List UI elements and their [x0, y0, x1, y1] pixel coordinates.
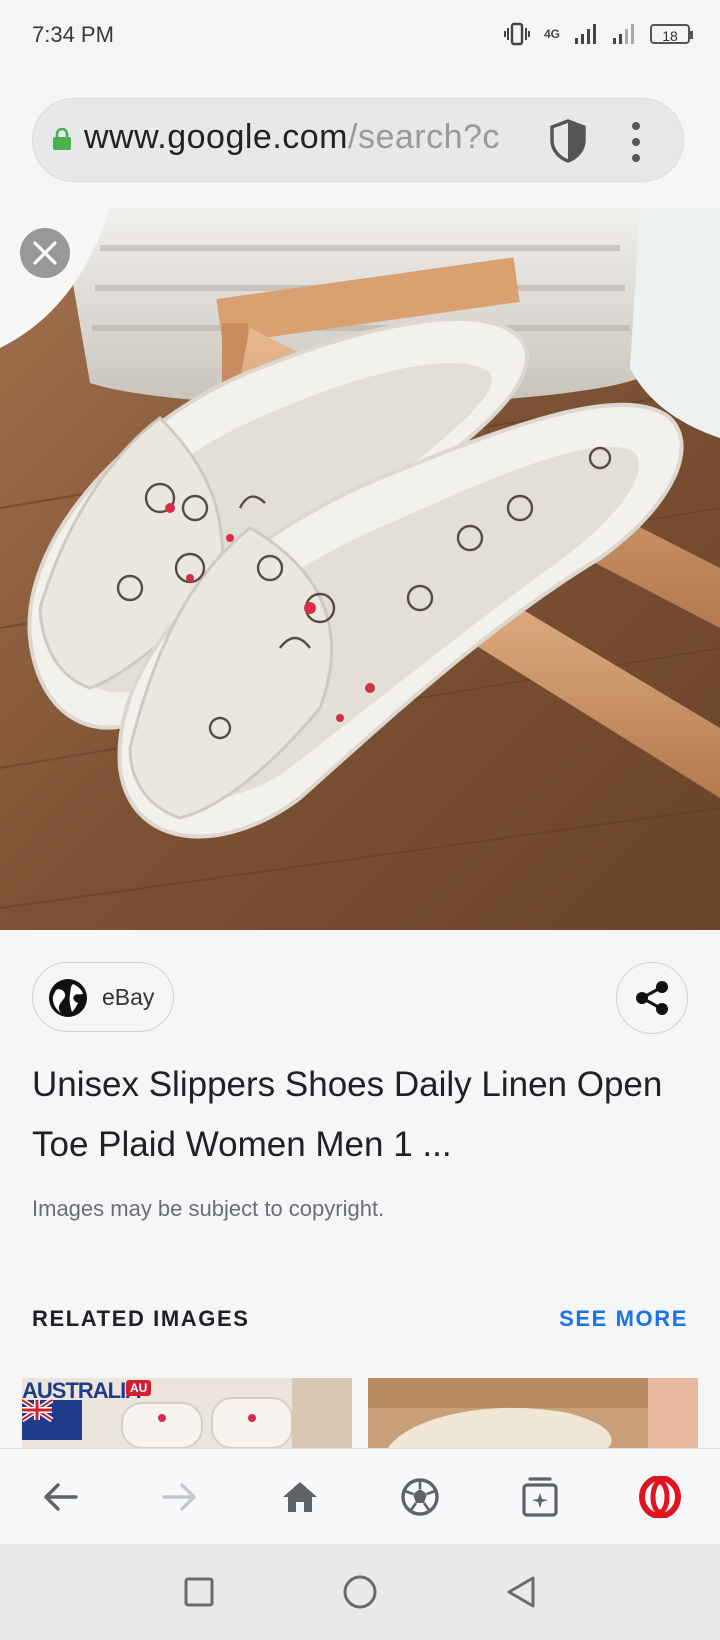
source-name[interactable]: eBay: [102, 984, 154, 1011]
product-image[interactable]: [0, 208, 720, 930]
result-title[interactable]: Unisex Slippers Shoes Daily Linen Open T…: [32, 1055, 692, 1175]
system-navigation-bar: [0, 1544, 720, 1640]
speed-dial-button[interactable]: [360, 1449, 480, 1545]
close-button[interactable]: [20, 228, 70, 278]
url-text[interactable]: www.google.com/search?c: [84, 118, 534, 157]
related-images-heading: RELATED IMAGES: [32, 1306, 250, 1331]
globe-icon: [49, 979, 87, 1017]
see-more-link[interactable]: SEE MORE: [559, 1306, 688, 1332]
tabs-button[interactable]: [480, 1449, 600, 1545]
home-circle-icon[interactable]: [343, 1575, 377, 1609]
soccer-ball-icon: [401, 1478, 439, 1516]
close-icon: [33, 241, 57, 265]
related-thumbnail[interactable]: [368, 1378, 698, 1448]
home-icon: [283, 1482, 317, 1512]
related-thumbnail[interactable]: AUSTRALIA AU: [22, 1378, 352, 1448]
thumbnail-image: [368, 1378, 698, 1448]
lock-icon: [53, 128, 71, 150]
status-icons: 4G 18: [503, 22, 693, 46]
slippers-photo: [0, 208, 720, 930]
copyright-notice: Images may be subject to copyright.: [32, 1196, 385, 1221]
more-options-icon[interactable]: [626, 120, 646, 164]
back-button[interactable]: [0, 1449, 120, 1545]
opera-logo-icon: [639, 1476, 681, 1518]
share-icon: [636, 981, 668, 1015]
vibrate-icon: [503, 22, 530, 46]
home-button[interactable]: [240, 1449, 360, 1545]
signal-strength-icon: [575, 24, 596, 44]
arrow-left-icon: [44, 1483, 78, 1511]
recents-icon[interactable]: [184, 1577, 214, 1607]
forward-button[interactable]: [120, 1449, 240, 1545]
browser-toolbar: [0, 1448, 720, 1545]
share-button[interactable]: [616, 962, 688, 1034]
thumbnail-badge: AU: [126, 1380, 152, 1396]
back-triangle-icon[interactable]: [506, 1575, 536, 1609]
arrow-right-icon: [162, 1483, 196, 1511]
shield-icon[interactable]: [548, 118, 588, 164]
status-time: 7:34 PM: [32, 22, 114, 47]
tabs-icon: [522, 1477, 558, 1517]
network-type: 4G: [543, 27, 560, 41]
opera-menu-button[interactable]: [600, 1449, 720, 1545]
thumbnail-brand: AUSTRALIA: [22, 1378, 141, 1403]
signal-strength-2-icon: [613, 24, 634, 44]
battery-icon: 18: [650, 24, 693, 44]
